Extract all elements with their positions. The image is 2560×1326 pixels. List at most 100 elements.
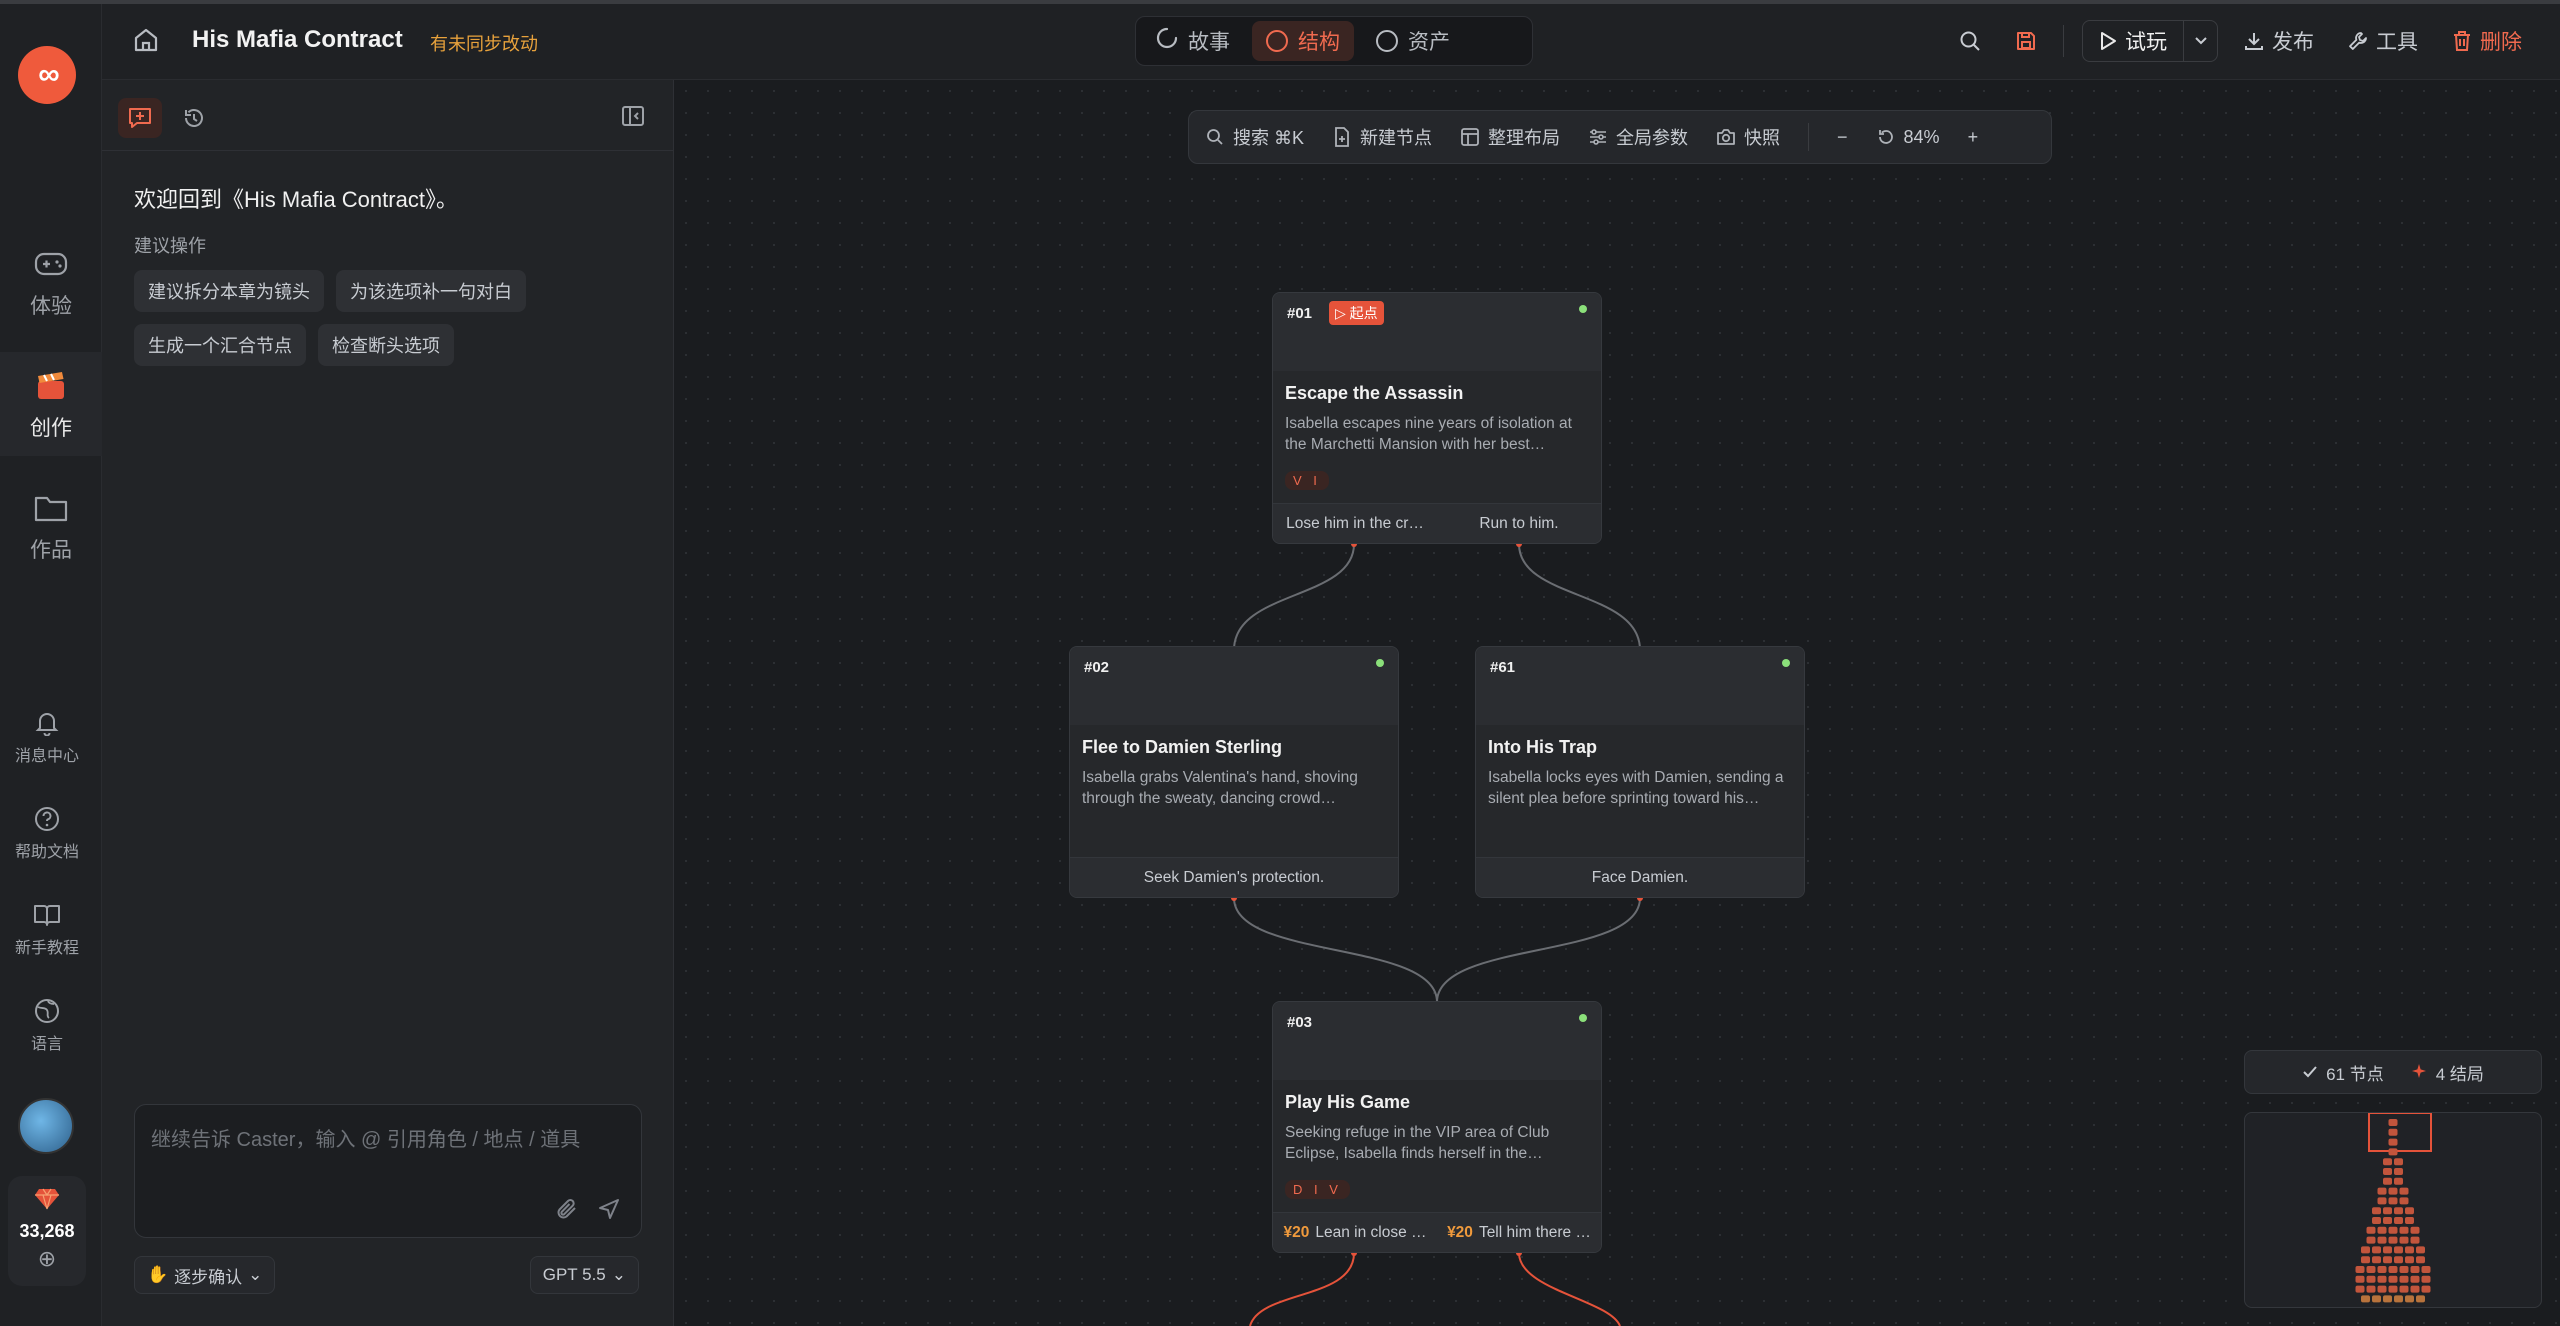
- auto-layout-button[interactable]: 整理布局: [1460, 124, 1560, 150]
- collapse-panel-icon[interactable]: [621, 104, 649, 132]
- minimap-node: [2416, 1256, 2425, 1264]
- zoom-reset-button[interactable]: 84%: [1876, 127, 1940, 148]
- node-count[interactable]: 61 节点: [2302, 1060, 2384, 1085]
- step-mode-select[interactable]: ✋ 逐步确认 ⌄: [134, 1256, 276, 1294]
- node-choices: ¥20 Lean in close … ¥20 Tell him there …: [1273, 1212, 1601, 1252]
- rail-item-messages[interactable]: 消息中心: [0, 708, 94, 766]
- save-icon: [2017, 32, 2035, 50]
- minimap-node: [2405, 1246, 2414, 1254]
- search-nodes-button[interactable]: 搜索 ⌘K: [1205, 124, 1304, 150]
- minimap-node: [2366, 1236, 2376, 1244]
- trash-icon: [2454, 31, 2470, 51]
- search-icon: [1205, 127, 1225, 147]
- node-id: #02: [1084, 659, 1110, 676]
- minimap-node: [2399, 1187, 2409, 1195]
- gamepad-icon: [31, 244, 71, 284]
- minimap-node: [2361, 1256, 2370, 1264]
- suggestion-chip[interactable]: 建议拆分本章为镜头: [134, 270, 324, 312]
- minimap[interactable]: [2244, 1112, 2542, 1308]
- new-node-button[interactable]: 新建节点: [1332, 124, 1432, 150]
- credits-widget[interactable]: 33,268 ⊕: [8, 1176, 86, 1286]
- minimap-node: [2377, 1285, 2387, 1293]
- tab-structure[interactable]: 结构: [1252, 21, 1354, 61]
- choice-item[interactable]: Run to him.: [1437, 504, 1601, 543]
- play-button[interactable]: 试玩: [2083, 21, 2183, 61]
- zoom-level: 84%: [1903, 126, 1940, 147]
- send-icon[interactable]: [597, 1197, 623, 1223]
- new-file-icon: [1332, 127, 1352, 147]
- rail-item-label: 语言: [30, 1036, 63, 1053]
- story-node[interactable]: #61 Into His Trap Isabella locks eyes wi…: [1475, 646, 1805, 898]
- new-chat-button[interactable]: [118, 98, 162, 138]
- minimap-node: [2377, 1266, 2387, 1273]
- publish-label: 发布: [2272, 31, 2314, 54]
- tab-assets[interactable]: 资产: [1362, 21, 1464, 61]
- minimap-node: [2405, 1256, 2414, 1264]
- clapperboard-icon: [31, 366, 71, 406]
- rail-item-create[interactable]: 创作: [0, 352, 102, 456]
- loading-icon: [1156, 27, 1178, 55]
- model-select[interactable]: GPT 5.5 ⌄: [529, 1256, 639, 1294]
- play-dropdown-chevron-icon[interactable]: [2183, 21, 2217, 61]
- publish-button[interactable]: 发布: [2236, 21, 2322, 61]
- rail-item-help[interactable]: 帮助文档: [0, 804, 94, 862]
- add-credits-icon[interactable]: ⊕: [38, 1246, 56, 1272]
- tab-story[interactable]: 故事: [1142, 21, 1244, 61]
- status-dot: [1782, 659, 1790, 667]
- suggestion-chip[interactable]: 为该选项补一句对白: [336, 270, 526, 312]
- choice-item[interactable]: Seek Damien's protection.: [1070, 858, 1398, 897]
- node-title: Flee to Damien Sterling: [1082, 737, 1283, 757]
- snapshot-button[interactable]: 快照: [1716, 124, 1780, 150]
- choice-item[interactable]: ¥20 Tell him there …: [1437, 1213, 1601, 1252]
- suggestion-chip[interactable]: 生成一个汇合节点: [134, 324, 306, 366]
- choice-label: Lean in close …: [1315, 1223, 1427, 1241]
- minimap-node: [2372, 1207, 2381, 1215]
- rail-item-experience[interactable]: 体验: [0, 240, 102, 330]
- ring-icon: [1266, 30, 1288, 52]
- view-switcher: 故事 结构 资产: [1135, 16, 1533, 66]
- sparkle-icon: [2411, 1064, 2426, 1078]
- zoom-in-button[interactable]: +: [1968, 127, 1979, 148]
- node-description: Isabella grabs Valentina's hand, shoving…: [1082, 769, 1358, 807]
- minimap-node: [2372, 1295, 2381, 1303]
- minimap-node: [2416, 1295, 2425, 1303]
- node-title: Into His Trap: [1488, 737, 1598, 757]
- story-node[interactable]: #03 Play His Game Seeking refuge in the …: [1272, 1001, 1602, 1253]
- history-button[interactable]: [172, 98, 216, 138]
- story-node[interactable]: #02 Flee to Damien Sterling Isabella gra…: [1069, 646, 1399, 898]
- node-tags: V I: [1285, 471, 1329, 490]
- search-icon: [1960, 31, 1980, 51]
- delete-button[interactable]: 删除: [2444, 21, 2530, 61]
- layout-label: 整理布局: [1488, 128, 1561, 148]
- minimap-node: [2366, 1226, 2376, 1234]
- save-button[interactable]: [2007, 21, 2045, 61]
- minimap-node: [2366, 1275, 2376, 1283]
- minimap-node: [2405, 1295, 2414, 1303]
- avatar[interactable]: [18, 1098, 74, 1154]
- minimap-node: [2377, 1197, 2387, 1205]
- ending-count[interactable]: 4 结局: [2410, 1060, 2484, 1085]
- delete-label: 删除: [2480, 31, 2522, 54]
- chat-input[interactable]: 继续告诉 Caster，输入 @ 引用角色 / 地点 / 道具: [134, 1104, 642, 1238]
- panel-tabs: [118, 98, 216, 138]
- tools-button[interactable]: 工具: [2340, 21, 2426, 61]
- choice-item[interactable]: Face Damien.: [1476, 858, 1804, 897]
- suggestion-chip[interactable]: 检查断头选项: [318, 324, 454, 366]
- tab-label: 故事: [1188, 31, 1230, 54]
- rail-item-tutorial[interactable]: 新手教程: [0, 900, 94, 958]
- choice-item[interactable]: Lose him in the cr…: [1273, 504, 1437, 543]
- rail-item-language[interactable]: 语言: [0, 996, 94, 1054]
- story-node[interactable]: #01 ▷ 起点 Escape the Assassin Isabella es…: [1272, 292, 1602, 544]
- global-params-button[interactable]: 全局参数: [1588, 124, 1688, 150]
- book-icon: [32, 900, 62, 930]
- minimap-node: [2388, 1119, 2398, 1126]
- home-icon[interactable]: [132, 26, 162, 56]
- minimap-node: [2410, 1226, 2420, 1234]
- app-logo[interactable]: ∞: [18, 46, 76, 104]
- search-button[interactable]: [1951, 21, 1989, 61]
- choice-item[interactable]: ¥20 Lean in close …: [1273, 1213, 1437, 1252]
- rail-item-works[interactable]: 作品: [0, 488, 102, 578]
- top-bar: His Mafia Contract 有未同步改动 故事 结构 资产 试玩 发布…: [0, 0, 2560, 80]
- zoom-out-button[interactable]: −: [1837, 127, 1848, 148]
- attach-icon[interactable]: [555, 1197, 581, 1223]
